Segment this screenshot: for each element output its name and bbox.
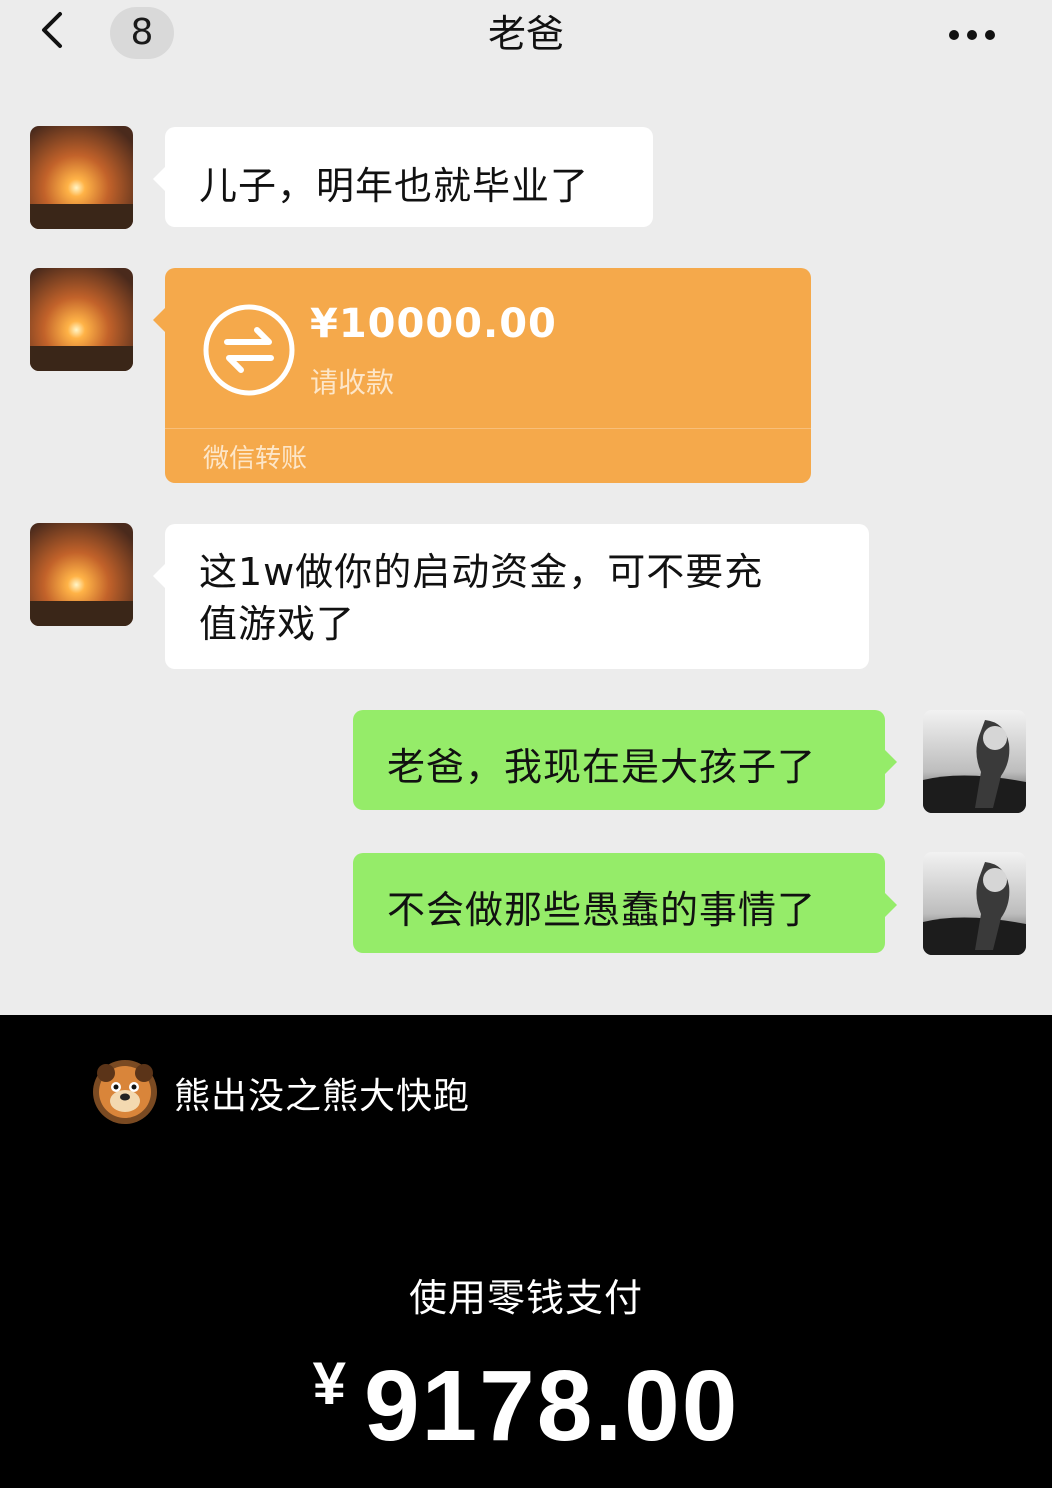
unread-count-badge: 8 — [110, 7, 174, 59]
my-avatar[interactable] — [923, 852, 1026, 955]
more-button[interactable] — [940, 18, 1004, 52]
message-text-line: 值游戏了 — [199, 602, 356, 646]
my-avatar[interactable] — [923, 710, 1026, 813]
message-bubble[interactable]: 儿子，明年也就毕业了 — [153, 127, 653, 227]
merchant-name: 熊出没之熊大快跑 — [174, 1076, 471, 1117]
father-avatar[interactable] — [30, 523, 133, 626]
anime-avatar-icon — [923, 710, 1026, 813]
message-text-line: 这1w做你的启动资金，可不要充 — [199, 550, 764, 594]
message-bubble-outgoing[interactable]: 不会做那些愚蠢的事情了 — [353, 853, 897, 953]
anime-avatar-icon — [923, 852, 1026, 955]
divider — [165, 428, 811, 429]
amount-value: 9178.00 — [363, 1350, 740, 1462]
chat-screen: 8 老爸 儿子，明年也就毕业了 ¥10000.00 请收款 微信转账 这1w做你… — [0, 0, 1052, 1015]
currency-symbol: ¥ — [312, 1350, 346, 1417]
message-bubble-outgoing[interactable]: 老爸，我现在是大孩子了 — [353, 710, 897, 810]
father-avatar[interactable] — [30, 126, 133, 229]
sunset-avatar-icon — [30, 523, 133, 626]
payment-method[interactable]: 使用零钱支付 — [0, 1267, 1052, 1322]
back-button[interactable]: 8 — [30, 2, 174, 62]
message-text: 老爸，我现在是大孩子了 — [387, 745, 817, 789]
sunset-avatar-icon — [30, 268, 133, 371]
transfer-card[interactable]: ¥10000.00 请收款 微信转账 — [153, 268, 811, 483]
chat-header: 8 老爸 — [0, 0, 1052, 70]
sunset-avatar-icon — [30, 126, 133, 229]
payment-sheet: 熊出没之熊大快跑 使用零钱支付 ¥9178.00 — [0, 1015, 1052, 1488]
more-dots-icon — [949, 30, 995, 40]
chevron-left-icon — [42, 12, 62, 48]
payment-amount: ¥9178.00 — [0, 1349, 1052, 1464]
transfer-brand-label: 微信转账 — [203, 444, 308, 474]
transfer-arrows-icon — [203, 304, 295, 396]
chat-title: 老爸 — [487, 12, 564, 56]
father-avatar[interactable] — [30, 268, 133, 371]
game-bear-icon — [93, 1060, 157, 1124]
message-text: 儿子，明年也就毕业了 — [199, 164, 590, 208]
message-bubble[interactable]: 这1w做你的启动资金，可不要充 值游戏了 — [153, 524, 869, 669]
transfer-amount: ¥10000.00 — [310, 301, 557, 347]
message-text: 不会做那些愚蠢的事情了 — [387, 888, 817, 932]
transfer-status: 请收款 — [310, 366, 395, 399]
